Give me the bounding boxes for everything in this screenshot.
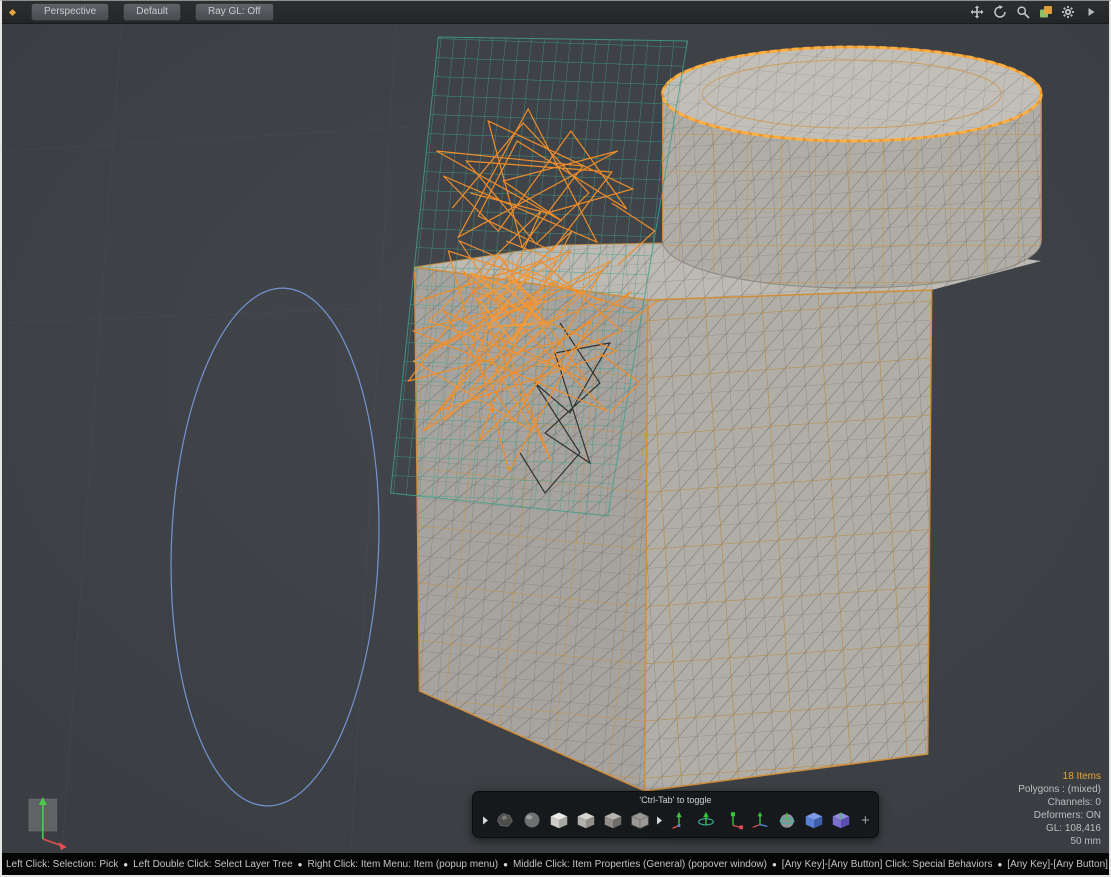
rotate-tool-icon[interactable] xyxy=(694,808,718,832)
raygl-button[interactable]: Ray GL: Off xyxy=(195,3,274,21)
cube-blue-tool-icon[interactable] xyxy=(802,808,826,832)
group-expand-icon[interactable] xyxy=(482,816,489,825)
gear-icon[interactable] xyxy=(1061,5,1076,20)
gl-info: GL: 108,416 xyxy=(1018,822,1101,835)
viewport-active-indicator xyxy=(9,8,16,15)
mesh-rock-icon[interactable] xyxy=(493,808,517,832)
bullet-separator-icon: ● xyxy=(997,860,1002,869)
modo-viewport-window: Perspective Default Ray GL: Off xyxy=(0,0,1111,877)
mesh-sphere-icon[interactable] xyxy=(520,808,544,832)
viewport-canvas[interactable] xyxy=(2,23,1109,856)
pan-icon[interactable] xyxy=(969,5,984,20)
status-segment: [Any Key]-[Any Button] Click and Drag: d… xyxy=(1007,859,1109,870)
sphere-tool-icon[interactable] xyxy=(775,808,799,832)
viewport-header: Perspective Default Ray GL: Off xyxy=(2,1,1109,24)
items-count: 18 Items xyxy=(1018,770,1101,783)
viewport-info-panel: 18 Items Polygons : (mixed) Channels: 0 … xyxy=(1018,770,1101,848)
ctrl-tab-toolbar-popup: 'Ctrl-Tab' to toggle xyxy=(472,791,879,838)
scale-tool-icon[interactable] xyxy=(721,808,745,832)
perspective-button[interactable]: Perspective xyxy=(31,3,109,21)
shading-default-button[interactable]: Default xyxy=(123,3,181,21)
status-segment: Left Double Click: Select Layer Tree xyxy=(133,859,293,870)
move-tool-icon[interactable] xyxy=(667,808,691,832)
orbit-icon[interactable] xyxy=(992,5,1007,20)
add-preset-button[interactable]: + xyxy=(861,813,870,828)
bullet-separator-icon: ● xyxy=(503,860,508,869)
channels-info: Channels: 0 xyxy=(1018,796,1101,809)
grid-scale-info: 50 mm xyxy=(1018,835,1101,848)
status-bar: Left Click: Selection: Pick ● Left Doubl… xyxy=(2,853,1109,875)
polygons-info: Polygons : (mixed) xyxy=(1018,783,1101,796)
status-segment: Right Click: Item Menu: Item (popup menu… xyxy=(307,859,498,870)
mesh-cube-flat-icon[interactable] xyxy=(628,808,652,832)
bullet-separator-icon: ● xyxy=(772,860,777,869)
cube-purple-tool-icon[interactable] xyxy=(829,808,853,832)
mesh-cube-icon[interactable] xyxy=(574,808,598,832)
header-icons xyxy=(969,5,1101,20)
group-expand-icon[interactable] xyxy=(656,816,663,825)
status-segment: Left Click: Selection: Pick xyxy=(6,859,118,870)
viewport-toggle-icon[interactable] xyxy=(1038,5,1053,20)
popup-icon-row: + xyxy=(481,808,870,832)
status-segment: [Any Key]-[Any Button] Click: Special Be… xyxy=(782,859,993,870)
menu-arrow-icon[interactable] xyxy=(1084,5,1099,20)
transform-tool-icon[interactable] xyxy=(748,808,772,832)
mesh-cube-dark-icon[interactable] xyxy=(601,808,625,832)
bullet-separator-icon: ● xyxy=(298,860,303,869)
mesh-cube-light-icon[interactable] xyxy=(547,808,571,832)
deformers-info: Deformers: ON xyxy=(1018,809,1101,822)
cylinder-mesh-item[interactable] xyxy=(663,47,1042,288)
bullet-separator-icon: ● xyxy=(123,860,128,869)
zoom-icon[interactable] xyxy=(1015,5,1030,20)
popup-tooltip-label: 'Ctrl-Tab' to toggle xyxy=(481,794,870,808)
status-segment: Middle Click: Item Properties (General) … xyxy=(513,859,767,870)
